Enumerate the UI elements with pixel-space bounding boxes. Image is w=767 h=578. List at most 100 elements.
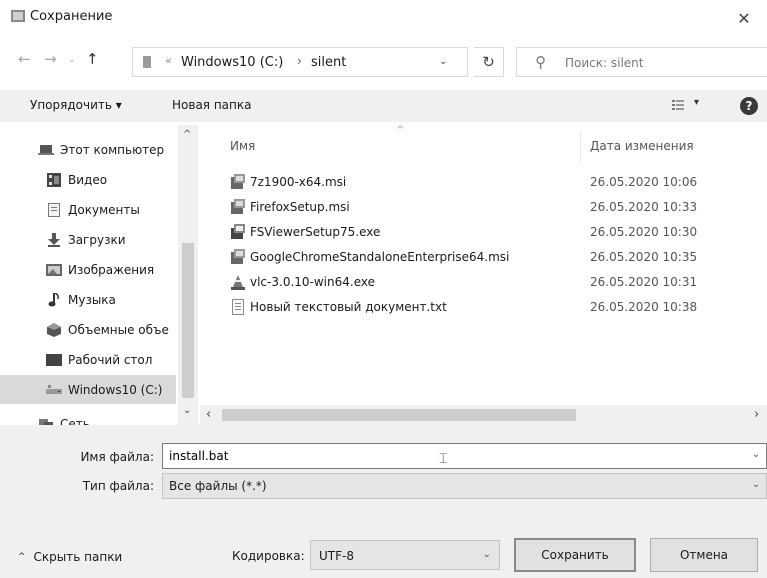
msi-icon	[231, 199, 245, 214]
sidebar-item-label: Документы	[68, 202, 140, 217]
new-folder-button[interactable]: Новая папка	[172, 98, 251, 112]
cancel-button[interactable]: Отмена	[650, 538, 758, 572]
table-row[interactable]: FirefoxSetup.msi 26.05.2020 10:33	[208, 196, 767, 220]
notepad-icon	[11, 10, 25, 22]
view-dropdown-icon[interactable]: ▾	[694, 97, 699, 108]
sidebar-item-drive-c[interactable]: Windows10 (C:)	[0, 375, 176, 404]
music-icon	[46, 292, 62, 307]
file-date: 26.05.2020 10:30	[590, 225, 698, 239]
file-name: FSViewerSetup75.exe	[250, 225, 381, 239]
search-input[interactable]: ⚲ Поиск: silent	[516, 47, 767, 77]
sidebar-item-label: Объемные объе	[68, 322, 169, 337]
title-bar: Сохранение ✕	[0, 0, 767, 36]
pictures-icon	[46, 263, 62, 277]
forward-button[interactable]: →	[44, 50, 57, 68]
save-button[interactable]: Сохранить	[514, 538, 636, 572]
window-title: Сохранение	[30, 9, 113, 24]
file-name: 7z1900-x64.msi	[250, 175, 347, 189]
sidebar-item-label: Изображения	[68, 262, 155, 277]
sidebar-item-downloads[interactable]: Загрузки	[0, 225, 176, 254]
back-button[interactable]: ←	[18, 50, 31, 68]
sidebar-item-3d-objects[interactable]: Объемные объе	[0, 315, 176, 344]
encoding-select[interactable]: UTF-8 ⌄	[310, 540, 500, 570]
save-options-panel: Имя файла: ⌶ ⌄ Тип файла: Все файлы (*.*…	[0, 425, 767, 578]
video-icon	[46, 172, 62, 187]
drive-icon	[46, 383, 62, 397]
file-date: 26.05.2020 10:31	[590, 275, 698, 289]
filename-field[interactable]: ⌶ ⌄	[162, 443, 767, 469]
sidebar-item-label: Музыка	[68, 292, 116, 307]
column-divider[interactable]	[580, 131, 581, 163]
close-button[interactable]: ✕	[721, 0, 767, 36]
vlc-icon	[231, 275, 245, 290]
address-row: ← → ⌄ ↑ « Windows10 (C:) › silent ⌄ ↻ ⚲ …	[0, 44, 767, 80]
up-button[interactable]: ↑	[86, 50, 99, 68]
help-icon[interactable]: ?	[740, 97, 758, 115]
recent-locations-button[interactable]: ⌄	[68, 55, 76, 65]
encoding-value: UTF-8	[319, 549, 354, 563]
sidebar-item-label: Windows10 (C:)	[68, 382, 163, 397]
sidebar-item-video[interactable]: Видео	[0, 165, 176, 194]
filetype-value: Все файлы (*.*)	[169, 479, 267, 493]
text-file-icon	[232, 299, 244, 315]
table-row[interactable]: vlc-3.0.10-win64.exe 26.05.2020 10:31	[208, 271, 767, 295]
sidebar-item-documents[interactable]: Документы	[0, 195, 176, 224]
encoding-label: Кодировка:	[232, 549, 305, 563]
hide-folders-button[interactable]: ^ Скрыть папки	[18, 550, 122, 564]
filename-dropdown-icon[interactable]: ⌄	[752, 449, 760, 460]
scroll-right-icon[interactable]: ›	[754, 407, 759, 422]
file-name: FirefoxSetup.msi	[250, 200, 350, 214]
address-bar[interactable]: « Windows10 (C:) › silent ⌄	[132, 47, 468, 77]
table-row[interactable]: GoogleChromeStandaloneEnterprise64.msi 2…	[208, 246, 767, 270]
downloads-icon	[46, 232, 62, 247]
view-options-icon[interactable]	[672, 100, 684, 111]
desktop-icon	[46, 353, 62, 367]
chevron-up-icon: ^	[18, 552, 26, 562]
msi-icon	[231, 249, 245, 264]
sort-indicator-icon: ^	[396, 125, 405, 136]
folder-icon	[143, 56, 151, 68]
sidebar-item-label: Загрузки	[68, 232, 126, 247]
file-name: vlc-3.0.10-win64.exe	[250, 275, 375, 289]
command-bar: Упорядочить ▾ Новая папка ▾ ?	[0, 90, 767, 122]
refresh-icon: ↻	[482, 53, 495, 71]
table-row[interactable]: 7z1900-x64.msi 26.05.2020 10:06	[208, 171, 767, 195]
filename-label: Имя файла:	[80, 450, 154, 464]
sidebar-item-label: Видео	[68, 172, 108, 187]
filetype-select[interactable]: Все файлы (*.*) ⌄	[162, 473, 767, 499]
sidebar-scrollbar[interactable]: ^ ⌄	[178, 125, 198, 425]
close-icon: ✕	[737, 8, 751, 28]
scroll-down-icon[interactable]: ⌄	[183, 405, 191, 416]
sidebar-item-this-pc[interactable]: Этот компьютер	[0, 135, 176, 164]
navigation-pane: Этот компьютер Видео Документы Загрузки …	[0, 125, 200, 425]
msi-icon	[231, 174, 245, 189]
installer-icon	[231, 224, 245, 239]
sidebar-item-label: Рабочий стол	[68, 352, 153, 367]
organize-button[interactable]: Упорядочить ▾	[30, 98, 122, 112]
sidebar-item-network[interactable]: Сеть	[0, 409, 176, 425]
breadcrumb-folder[interactable]: silent	[311, 55, 346, 70]
search-placeholder: Поиск: silent	[565, 56, 644, 70]
hscroll-thumb[interactable]	[222, 409, 576, 421]
address-overflow[interactable]: «	[165, 54, 172, 67]
breadcrumb-drive[interactable]: Windows10 (C:)	[181, 55, 283, 70]
sidebar-item-pictures[interactable]: Изображения	[0, 255, 176, 284]
address-dropdown-icon[interactable]: ⌄	[439, 56, 447, 67]
file-list-hscrollbar[interactable]: ‹ ›	[200, 405, 767, 425]
table-row[interactable]: Новый текстовый документ.txt 26.05.2020 …	[208, 296, 767, 320]
sidebar-item-label: Этот компьютер	[60, 142, 165, 157]
sidebar-item-desktop[interactable]: Рабочий стол	[0, 345, 176, 374]
scroll-left-icon[interactable]: ‹	[206, 407, 211, 422]
scroll-up-icon[interactable]: ^	[183, 129, 191, 140]
sidebar-scroll-thumb[interactable]	[182, 243, 194, 398]
file-name: Новый текстовый документ.txt	[250, 300, 447, 314]
computer-icon	[38, 143, 54, 157]
filetype-dropdown-icon[interactable]: ⌄	[752, 479, 760, 490]
sidebar-item-label: Сеть	[60, 416, 90, 426]
hide-folders-label: Скрыть папки	[33, 550, 123, 564]
encoding-dropdown-icon[interactable]: ⌄	[483, 549, 491, 560]
refresh-button[interactable]: ↻	[474, 47, 504, 77]
sidebar-item-music[interactable]: Музыка	[0, 285, 176, 314]
table-row[interactable]: FSViewerSetup75.exe 26.05.2020 10:30	[208, 221, 767, 245]
breadcrumb-separator-icon[interactable]: ›	[297, 54, 302, 68]
